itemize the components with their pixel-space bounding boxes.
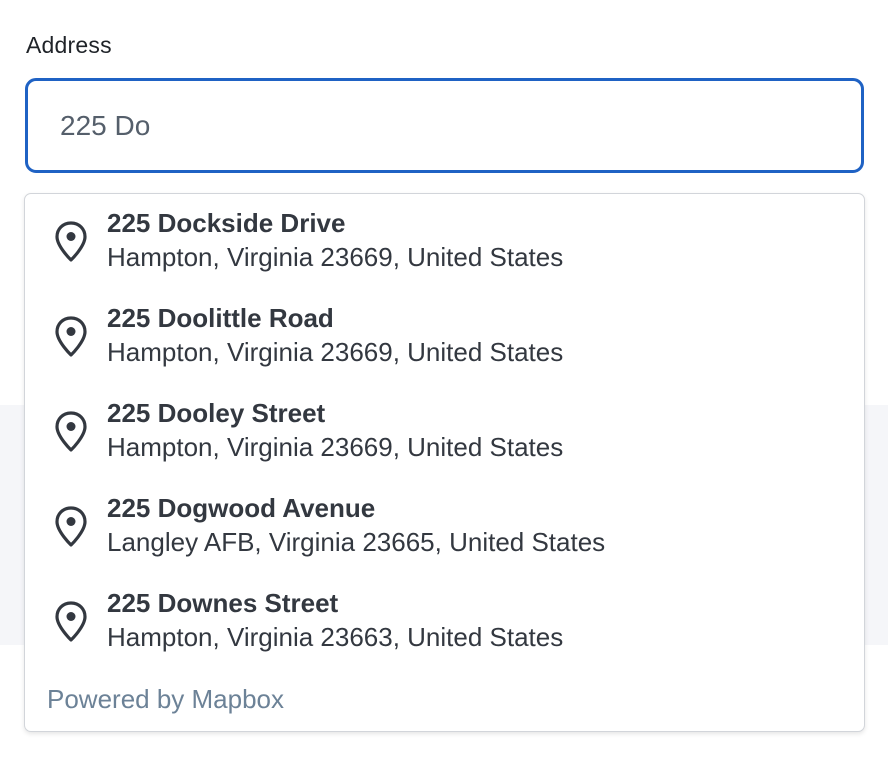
suggestion-primary-text: 225 Dogwood Avenue <box>107 493 376 523</box>
suggestion-primary-text: 225 Downes Street <box>107 588 339 618</box>
suggestion-secondary-text: Hampton, Virginia 23669, United States <box>107 432 564 462</box>
address-suggestions-dropdown: 225 Dockside Drive Hampton, Virginia 236… <box>24 193 865 732</box>
suggestion-primary-text: 225 Dockside Drive <box>107 208 346 238</box>
map-pin-icon <box>55 601 87 642</box>
address-input[interactable] <box>25 78 864 173</box>
powered-by-mapbox-link[interactable]: Powered by Mapbox <box>47 684 284 715</box>
suggestion-item[interactable]: 225 Doolittle Road Hampton, Virginia 236… <box>25 289 864 384</box>
suggestion-item[interactable]: 225 Dogwood Avenue Langley AFB, Virginia… <box>25 479 864 574</box>
address-label: Address <box>26 32 112 58</box>
suggestion-secondary-text: Hampton, Virginia 23669, United States <box>107 337 564 367</box>
suggestion-item[interactable]: 225 Downes Street Hampton, Virginia 2366… <box>25 574 864 669</box>
suggestion-secondary-text: Langley AFB, Virginia 23665, United Stat… <box>107 527 606 557</box>
suggestion-item[interactable]: 225 Dockside Drive Hampton, Virginia 236… <box>25 194 864 289</box>
map-pin-icon <box>55 221 87 262</box>
suggestion-primary-text: 225 Doolittle Road <box>107 303 334 333</box>
map-pin-icon <box>55 411 87 452</box>
suggestion-secondary-text: Hampton, Virginia 23663, United States <box>107 622 564 652</box>
suggestion-secondary-text: Hampton, Virginia 23669, United States <box>107 242 564 272</box>
suggestion-primary-text: 225 Dooley Street <box>107 398 326 428</box>
map-pin-icon <box>55 506 87 547</box>
suggestion-item[interactable]: 225 Dooley Street Hampton, Virginia 2366… <box>25 384 864 479</box>
map-pin-icon <box>55 316 87 357</box>
